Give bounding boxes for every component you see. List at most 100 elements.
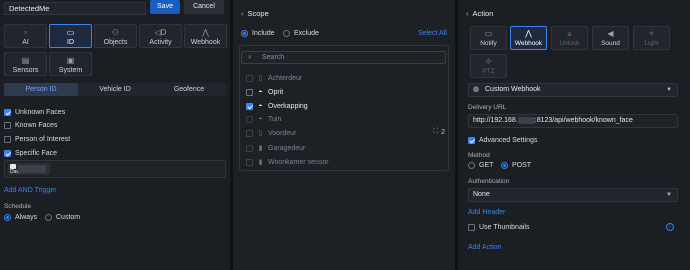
authentication-select[interactable]: None ▼: [468, 188, 678, 202]
camera-item-garagedeur[interactable]: ▮ Garagedeur: [246, 143, 305, 153]
segment-person-id[interactable]: Person ID: [4, 83, 78, 96]
camera-item-tuin[interactable]: ◓ Tuin: [246, 114, 281, 124]
collapse-chevron-icon[interactable]: ‹: [466, 9, 469, 18]
camera-icon: ◓: [258, 88, 263, 96]
scope-exclude-option[interactable]: Exclude: [283, 30, 319, 37]
action-panel: ‹ Action ▭ Notify ⋀ Webhook 🔒︎ Unlock ◀ …: [458, 0, 690, 270]
camera-item-voordeur[interactable]: ▯ Voordeur: [246, 128, 296, 138]
action-title: ‹ Action: [466, 9, 494, 18]
save-button[interactable]: Save: [150, 0, 180, 14]
face-chip[interactable]: Dave: [8, 163, 50, 175]
use-thumbnails-option[interactable]: Use Thumbnails: [468, 222, 529, 232]
chevron-down-icon: ▼: [666, 87, 672, 93]
camera-checkbox[interactable]: [246, 102, 253, 110]
trigger-type-system[interactable]: ▣ System: [49, 52, 92, 76]
doorbell-icon: ▯: [258, 75, 263, 82]
notify-icon: ▭: [484, 29, 493, 38]
use-thumbnails-checkbox[interactable]: [468, 223, 475, 231]
method-get-radio[interactable]: [468, 162, 475, 169]
method-label: Method: [468, 152, 490, 159]
known-faces-option[interactable]: Known Faces: [4, 120, 57, 130]
camera-icon: ◓: [258, 115, 263, 123]
webhook-icon: ⋀: [525, 29, 532, 38]
trigger-type-id[interactable]: ▭ ID: [49, 24, 92, 48]
known-faces-checkbox[interactable]: [4, 121, 11, 129]
camera-checkbox[interactable]: [246, 115, 253, 123]
trigger-type-webhook[interactable]: ⋀ Webhook: [184, 24, 227, 48]
light-icon: ✦: [648, 29, 655, 38]
schedule-always-radio[interactable]: [4, 214, 11, 221]
camera-item-overkapping[interactable]: ◓ Overkapping: [246, 101, 308, 111]
advanced-settings-option[interactable]: Advanced Settings: [468, 135, 537, 145]
camera-checkbox[interactable]: [246, 158, 253, 166]
delivery-url-label: Delivery URL: [468, 104, 507, 111]
expand-icon: ⛶: [433, 128, 439, 135]
activity-icon: ◁D: [154, 28, 167, 37]
trigger-type-objects[interactable]: ⚇ Objects: [94, 24, 137, 48]
trigger-name-input[interactable]: [4, 2, 146, 15]
schedule-custom-radio[interactable]: [45, 214, 52, 221]
cancel-button[interactable]: Cancel: [184, 0, 224, 14]
collapse-chevron-icon[interactable]: ‹: [241, 9, 244, 18]
action-type-light[interactable]: ✦ Light: [633, 26, 670, 50]
action-type-notify[interactable]: ▭ Notify: [470, 26, 507, 50]
camera-checkbox[interactable]: [246, 144, 253, 152]
select-all-link[interactable]: Select All: [418, 30, 447, 37]
specific-face-checkbox[interactable]: [4, 149, 11, 157]
camera-checkbox[interactable]: [246, 88, 253, 96]
camera-item-achterdeur[interactable]: ▯ Achterdeur: [246, 73, 302, 83]
exclude-radio[interactable]: [283, 30, 290, 37]
unknown-faces-checkbox[interactable]: [4, 108, 11, 116]
system-icon: ▣: [66, 56, 75, 65]
action-type-webhook[interactable]: ⋀ Webhook: [510, 26, 547, 50]
trigger-type-ai[interactable]: ▫ AI: [4, 24, 47, 48]
method-get-option[interactable]: GET: [468, 162, 493, 169]
person-of-interest-checkbox[interactable]: [4, 135, 11, 143]
advanced-settings-checkbox[interactable]: [468, 136, 475, 144]
unknown-faces-option[interactable]: Unknown Faces: [4, 107, 65, 117]
doorbell-icon: ▯: [258, 130, 263, 137]
add-header-link[interactable]: Add Header: [468, 209, 505, 216]
scope-include-option[interactable]: Include: [241, 30, 275, 37]
camera-checkbox[interactable]: [246, 74, 253, 82]
authentication-label: Authentication: [468, 178, 510, 185]
lock-icon: 🔒︎: [567, 29, 572, 38]
webhook-icon: ⋀: [202, 28, 209, 37]
sensor-icon: ▮: [258, 159, 263, 166]
schedule-always-option[interactable]: Always: [4, 214, 37, 221]
ptz-icon: ✥: [485, 57, 492, 66]
method-post-option[interactable]: POST: [501, 162, 531, 169]
add-and-trigger-link[interactable]: Add AND Trigger: [4, 187, 57, 194]
trigger-panel: Save Cancel ▫ AI ▭ ID ⚇ Objects ◁D Activ…: [0, 0, 230, 270]
info-icon[interactable]: i: [666, 223, 674, 231]
include-radio[interactable]: [241, 30, 248, 37]
redacted-face-name: [18, 165, 46, 173]
sensor-icon: ▮: [258, 145, 263, 152]
add-action-link[interactable]: Add Action: [468, 244, 501, 251]
person-of-interest-option[interactable]: Person of Interest: [4, 134, 70, 144]
objects-icon: ⚇: [111, 28, 120, 37]
trigger-type-sensors[interactable]: ▤ Sensors: [4, 52, 47, 76]
id-card-icon: ▭: [66, 28, 75, 37]
camera-search-input[interactable]: ⌕ Search: [241, 51, 446, 64]
action-type-ptz[interactable]: ✥ PTZ: [470, 54, 507, 78]
schedule-custom-option[interactable]: Custom: [45, 214, 80, 221]
specific-face-option[interactable]: Specific Face: [4, 148, 57, 158]
speaker-icon: ◀: [607, 29, 614, 38]
camera-item-oprit[interactable]: ◓ Oprit: [246, 87, 283, 97]
action-type-unlock[interactable]: 🔒︎ Unlock: [551, 26, 588, 50]
camera-item-woonkamer-sensor[interactable]: ▮ Woonkamer sensor: [246, 157, 329, 167]
ai-icon: ▫: [24, 28, 27, 37]
segment-geofence[interactable]: Geofence: [152, 83, 226, 96]
camera-checkbox[interactable]: [246, 129, 253, 137]
globe-icon: ◍: [473, 86, 480, 93]
face-selector[interactable]: Dave: [4, 160, 226, 178]
webhook-type-select[interactable]: ◍ Custom Webhook ▼: [468, 83, 678, 97]
redacted-ip: [517, 116, 535, 124]
trigger-type-activity[interactable]: ◁D Activity: [139, 24, 182, 48]
delivery-url-input[interactable]: http://192.168.:8123/api/webhook/known_f…: [468, 114, 678, 128]
action-type-sound[interactable]: ◀ Sound: [592, 26, 629, 50]
segment-vehicle-id[interactable]: Vehicle ID: [78, 83, 152, 96]
method-post-radio[interactable]: [501, 162, 508, 169]
scope-title: ‹ Scope: [241, 9, 269, 18]
